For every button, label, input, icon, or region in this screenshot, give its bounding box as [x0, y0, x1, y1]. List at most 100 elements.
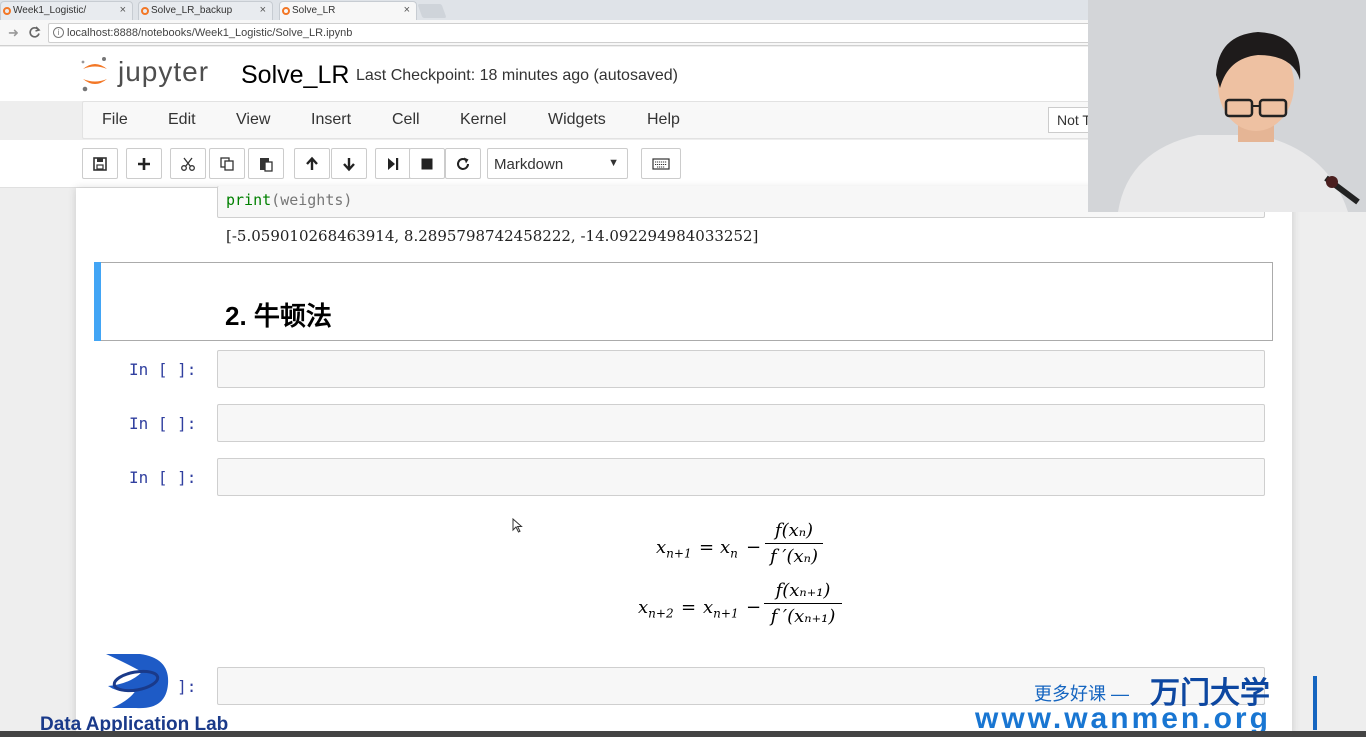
- keyboard-icon: [652, 157, 670, 170]
- selected-cell-indicator: [94, 262, 101, 341]
- cell-type-value: Markdown: [494, 156, 564, 173]
- restart-icon: [457, 157, 469, 170]
- stop-icon: [421, 158, 433, 169]
- eq2-lhs-var: x: [638, 597, 649, 618]
- eq2-equals: =: [681, 597, 697, 618]
- menu-kernel[interactable]: Kernel: [460, 111, 506, 129]
- presenter-video-icon: [1088, 0, 1366, 212]
- insert-cell-button[interactable]: [126, 148, 162, 179]
- tab-label: Solve_LR_backup: [151, 5, 233, 16]
- code-function: print: [226, 191, 272, 209]
- forward-arrow-icon[interactable]: ➜: [8, 25, 19, 41]
- eq1-lhs: xn+1: [656, 537, 692, 561]
- jupyter-favicon-icon: [282, 7, 290, 15]
- url-text: localhost:8888/notebooks/Week1_Logistic/…: [67, 27, 353, 39]
- tab-label: Week1_Logistic/: [13, 5, 87, 16]
- copy-button[interactable]: [209, 148, 245, 179]
- cell-prompt: In [ ]:: [129, 468, 197, 487]
- menu-file[interactable]: File: [102, 111, 128, 129]
- close-icon[interactable]: ×: [120, 4, 126, 16]
- jupyter-logo-icon[interactable]: [80, 55, 110, 93]
- paste-icon: [260, 157, 273, 172]
- plus-icon: [138, 157, 150, 170]
- dropdown-caret-icon: ▼: [608, 157, 619, 169]
- copy-icon: [220, 156, 234, 171]
- code-paren-close: ): [343, 191, 353, 209]
- eq1-rhs-var: x: [720, 537, 731, 558]
- code-output: [-5.059010268463914, 8.2895798742458222,…: [226, 227, 759, 245]
- cell-prompt: In [ ]:: [129, 360, 197, 379]
- eq2-rhs-subscript: n+1: [713, 606, 739, 621]
- move-up-button[interactable]: [294, 148, 330, 179]
- eq2-minus: −: [746, 597, 762, 618]
- menu-edit[interactable]: Edit: [168, 111, 196, 129]
- run-icon: [388, 157, 399, 170]
- eq1-fraction: f(xₙ) f ′(xₙ): [765, 520, 823, 567]
- cell-type-select[interactable]: Markdown ▼: [487, 148, 628, 179]
- eq2-rhs: xn+1: [703, 597, 739, 621]
- eq2-numerator: f(xₙ₊₁): [775, 580, 831, 601]
- notebook-name[interactable]: Solve_LR: [241, 61, 349, 90]
- eq2-lhs-subscript: n+2: [648, 606, 674, 621]
- save-icon: [93, 156, 107, 171]
- arrow-up-icon: [306, 156, 318, 170]
- run-button[interactable]: [375, 148, 411, 179]
- menu-insert[interactable]: Insert: [311, 111, 351, 129]
- empty-code-cell[interactable]: [217, 350, 1265, 388]
- eq2-lhs: xn+2: [638, 597, 674, 621]
- cut-icon: [181, 157, 195, 171]
- bottom-strip: [0, 731, 1366, 737]
- menu-view[interactable]: View: [236, 111, 270, 129]
- eq2-rhs-var: x: [703, 597, 714, 618]
- jupyter-favicon-icon: [141, 7, 149, 15]
- cell-prompt: In [ ]:: [129, 414, 197, 433]
- eq1-numerator: f(xₙ): [774, 520, 814, 541]
- markdown-heading: 2. 牛顿法: [225, 301, 332, 331]
- mouse-pointer-icon: [512, 518, 523, 533]
- eq1-lhs-var: x: [656, 537, 667, 558]
- menu-widgets[interactable]: Widgets: [548, 111, 606, 129]
- watermark-divider: [1313, 676, 1317, 730]
- browser-tab-solve-lr-backup[interactable]: Solve_LR_backup ×: [138, 1, 273, 20]
- fraction-bar: [765, 543, 823, 544]
- eq1-denominator: f ′(xₙ): [770, 546, 818, 567]
- browser-tab-solve-lr[interactable]: Solve_LR ×: [279, 1, 417, 20]
- code-line: print(weights): [226, 191, 352, 209]
- eq1-rhs-subscript: n: [730, 546, 738, 561]
- eq2-fraction: f(xₙ₊₁) f ′(xₙ₊₁): [764, 580, 842, 627]
- paste-button[interactable]: [248, 148, 284, 179]
- empty-code-cell[interactable]: [217, 404, 1265, 442]
- jupyter-favicon-icon: [3, 7, 11, 15]
- cut-button[interactable]: [170, 148, 206, 179]
- menu-cell[interactable]: Cell: [392, 111, 420, 129]
- restart-button[interactable]: [445, 148, 481, 179]
- checkpoint-status: Last Checkpoint: 18 minutes ago (autosav…: [356, 67, 678, 84]
- eq1-equals: =: [699, 537, 715, 558]
- eq1-rhs: xn: [720, 537, 738, 561]
- menu-bar: File Edit View Insert Cell Kernel Widget…: [82, 101, 1092, 139]
- save-button[interactable]: [82, 148, 118, 179]
- url-input[interactable]: i localhost:8888/notebooks/Week1_Logisti…: [48, 23, 1148, 43]
- empty-code-cell[interactable]: [217, 458, 1265, 496]
- browser-tab-week1[interactable]: Week1_Logistic/ ×: [0, 1, 133, 20]
- move-down-button[interactable]: [331, 148, 367, 179]
- command-palette-button[interactable]: [641, 148, 681, 179]
- eq1-minus: −: [746, 537, 762, 558]
- data-application-lab-logo-icon: [106, 654, 169, 709]
- code-paren-open: (: [271, 191, 281, 209]
- fraction-bar: [764, 603, 842, 604]
- reload-icon[interactable]: [28, 26, 41, 39]
- eq2-denominator: f ′(xₙ₊₁): [770, 606, 836, 627]
- menu-help[interactable]: Help: [647, 111, 680, 129]
- trusted-indicator[interactable]: Not Trusted: [1048, 107, 1090, 133]
- close-icon[interactable]: ×: [404, 4, 410, 16]
- new-tab-button[interactable]: [417, 4, 447, 18]
- code-argument: weights: [280, 191, 344, 209]
- info-icon[interactable]: i: [53, 27, 64, 38]
- tab-label: Solve_LR: [292, 5, 336, 16]
- eq1-lhs-subscript: n+1: [666, 546, 692, 561]
- webcam-overlay: [1088, 0, 1366, 212]
- jupyter-logo-text[interactable]: jupyter: [118, 56, 209, 88]
- close-icon[interactable]: ×: [260, 4, 266, 16]
- interrupt-button[interactable]: [409, 148, 445, 179]
